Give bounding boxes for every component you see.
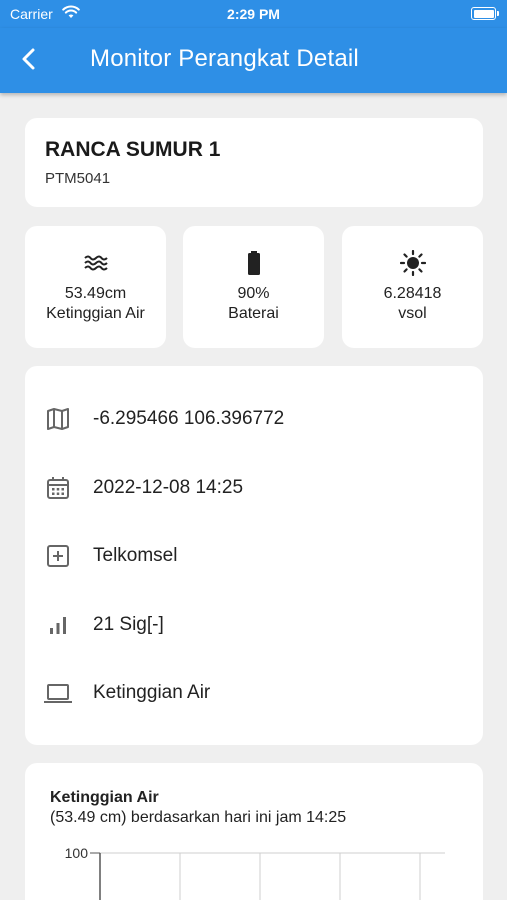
device-code: PTM5041 (45, 170, 111, 187)
map-icon (47, 408, 69, 430)
stat-label: Baterai (228, 305, 279, 322)
device-name: RANCA SUMUR 1 (45, 138, 221, 161)
chart-card: Ketinggian Air (53.49 cm) berdasarkan ha… (25, 763, 483, 900)
datetime-text: 2022-12-08 14:25 (93, 477, 244, 498)
info-row-provider: Telkomsel (25, 535, 483, 575)
info-row-coordinates: -6.295466 106.396772 (25, 398, 483, 438)
signal-icon (50, 617, 66, 634)
info-row-datetime: 2022-12-08 14:25 (25, 467, 483, 507)
signal-text: 21 Sig[-] (93, 614, 164, 635)
app-bar: Monitor Perangkat Detail (0, 28, 507, 93)
device-card: RANCA SUMUR 1 PTM5041 (25, 118, 483, 207)
sensor-text: Ketinggian Air (93, 682, 211, 703)
stat-battery: 90% Baterai (183, 226, 324, 348)
chart-subtitle: (53.49 cm) berdasarkan hari ini jam 14:2… (50, 809, 347, 826)
battery-status-icon (471, 7, 499, 20)
chevron-left-icon (22, 48, 35, 70)
sun-icon (399, 250, 426, 276)
stat-label: Ketinggian Air (46, 305, 145, 322)
stat-value: 90% (237, 285, 270, 302)
stat-vsol: 6.28418 vsol (342, 226, 483, 348)
stat-water-level: 53.49cm Ketinggian Air (25, 226, 166, 348)
y-tick-label: 100 (65, 845, 89, 861)
chart-title: Ketinggian Air (50, 789, 159, 806)
device-info-card: -6.295466 106.396772 2022-12-08 14:25 Te… (25, 366, 483, 745)
clock: 2:29 PM (227, 6, 280, 22)
water-waves-icon (83, 255, 108, 271)
plus-box-icon (47, 545, 69, 567)
stat-label: vsol (398, 305, 427, 322)
laptop-icon (44, 684, 72, 703)
stat-value: 6.28418 (383, 285, 442, 302)
info-row-sensor: Ketinggian Air (25, 672, 483, 712)
back-button[interactable] (13, 43, 45, 75)
stat-value: 53.49cm (64, 285, 127, 302)
battery-icon (247, 251, 260, 275)
coordinates-text: -6.295466 106.396772 (93, 408, 285, 429)
water-level-chart: 100 (65, 845, 445, 900)
calendar-icon (47, 477, 69, 499)
info-row-signal: 21 Sig[-] (25, 604, 483, 644)
provider-text: Telkomsel (93, 545, 178, 566)
page-title: Monitor Perangkat Detail (90, 45, 359, 72)
status-bar: Carrier 2:29 PM (0, 0, 507, 28)
